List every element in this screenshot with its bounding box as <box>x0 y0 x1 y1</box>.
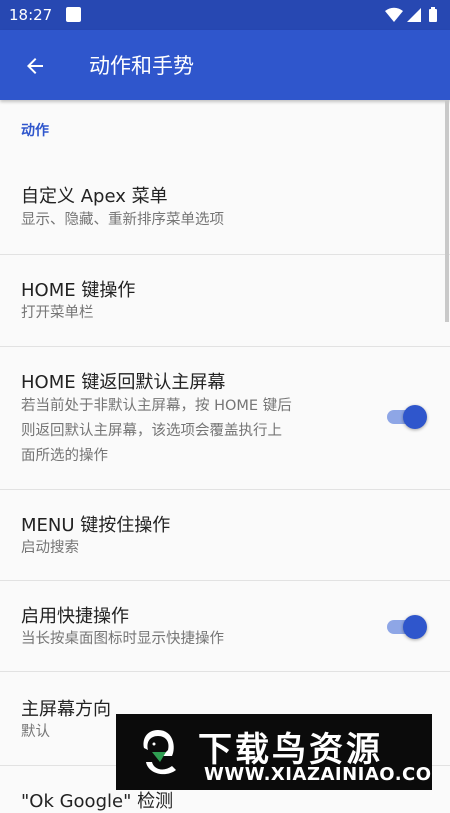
setting-subtitle: 打开菜单栏 <box>21 305 94 321</box>
setting-subtitle: 启动搜索 <box>21 540 79 556</box>
enable-shortcuts-toggle[interactable] <box>387 614 427 639</box>
setting-subtitle: 默认 <box>21 724 50 740</box>
app-bar: 动作和手势 <box>0 30 450 100</box>
toggle-thumb <box>403 615 427 639</box>
setting-subtitle-line-2: 则返回默认主屏幕，该选项会覆盖执行上 <box>21 423 282 439</box>
watermark-banner: 下载鸟资源 WWW.XIAZAINIAO.COM <box>116 714 432 790</box>
setting-subtitle-line-3: 面所选的操作 <box>21 448 108 464</box>
toggle-thumb <box>403 405 427 429</box>
section-header-actions: 动作 <box>21 123 49 139</box>
page-title: 动作和手势 <box>89 54 194 78</box>
notification-square-icon <box>66 7 81 22</box>
setting-custom-apex-menu[interactable]: 自定义 Apex 菜单 显示、隐藏、重新排序菜单选项 <box>0 168 450 254</box>
system-icons <box>385 7 437 23</box>
setting-home-key-action[interactable]: HOME 键操作 打开菜单栏 <box>0 255 450 346</box>
setting-title: MENU 键按住操作 <box>21 515 171 536</box>
setting-title: HOME 键返回默认主屏幕 <box>21 372 226 393</box>
status-time: 18:27 <box>9 6 53 24</box>
scrollbar[interactable] <box>445 100 449 322</box>
setting-subtitle-line-1: 若当前处于非默认主屏幕，按 HOME 键后 <box>21 398 292 414</box>
wifi-icon <box>385 7 403 23</box>
setting-subtitle: 显示、隐藏、重新排序菜单选项 <box>21 212 224 228</box>
setting-title: 主屏幕方向 <box>21 699 111 720</box>
arrow-back-icon[interactable] <box>23 54 47 78</box>
bird-logo-icon <box>143 730 176 775</box>
battery-icon <box>429 7 437 22</box>
home-key-return-toggle[interactable] <box>387 404 427 429</box>
setting-title: 自定义 Apex 菜单 <box>21 186 168 207</box>
setting-title: "Ok Google" 检测 <box>21 791 174 812</box>
setting-home-key-return-default[interactable]: HOME 键返回默认主屏幕 若当前处于非默认主屏幕，按 HOME 键后 则返回默… <box>0 347 450 489</box>
setting-menu-key-hold[interactable]: MENU 键按住操作 启动搜索 <box>0 490 450 580</box>
setting-enable-shortcuts[interactable]: 启用快捷操作 当长按桌面图标时显示快捷操作 <box>0 581 450 671</box>
setting-title: HOME 键操作 <box>21 280 136 301</box>
setting-title: 启用快捷操作 <box>21 606 129 627</box>
signal-icon <box>407 8 421 22</box>
setting-subtitle: 当长按桌面图标时显示快捷操作 <box>21 631 224 647</box>
status-bar: 18:27 <box>0 0 450 30</box>
watermark-url: WWW.XIAZAINIAO.COM <box>204 764 432 785</box>
